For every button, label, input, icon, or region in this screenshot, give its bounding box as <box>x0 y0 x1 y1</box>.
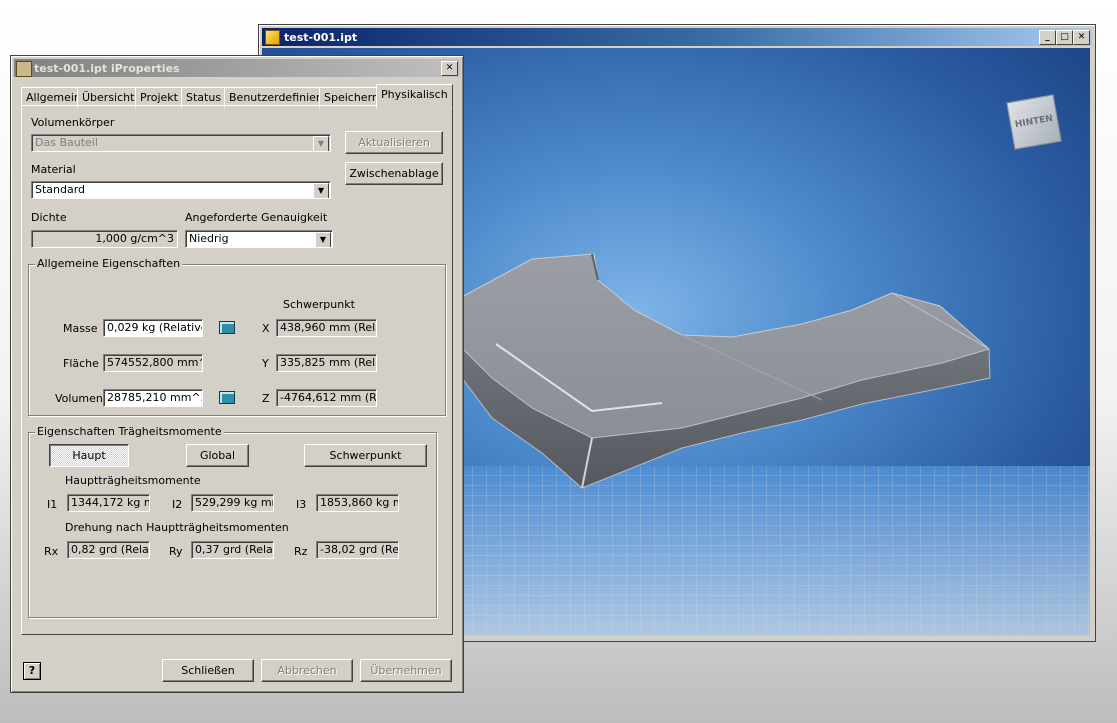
volume-field[interactable]: 28785,210 mm^3 ( <box>103 389 203 407</box>
minimize-button[interactable]: _ <box>1039 30 1056 45</box>
ipt-file-icon <box>265 30 280 45</box>
centroid-y-label: Y <box>262 357 269 370</box>
principal-moments-label: Hauptträgheitsmomente <box>65 474 201 487</box>
area-label: Fläche <box>63 357 99 370</box>
help-icon[interactable]: ? <box>23 662 41 680</box>
physical-panel: Volumenkörper Das Bauteil ▼ Aktualisiere… <box>21 105 453 635</box>
mass-label: Masse <box>63 322 98 335</box>
rz-label: Rz <box>294 545 308 558</box>
volume-label: Volumen <box>55 392 103 405</box>
centroid-z-field: -4764,612 mm (Rel <box>276 389 377 407</box>
chevron-down-icon: ▼ <box>313 136 329 151</box>
i2-label: I2 <box>172 498 183 511</box>
i1-label: I1 <box>47 498 58 511</box>
close-button[interactable]: Schließen <box>162 659 254 682</box>
density-field: 1,000 g/cm^3 <box>31 230 178 248</box>
centroid-button[interactable]: Schwerpunkt <box>304 444 427 467</box>
viewcube-icon[interactable]: HINTEN <box>1006 94 1062 150</box>
rx-field: 0,82 grd (Relati <box>67 541 150 559</box>
tab-physikalisch[interactable]: Physikalisch <box>376 84 453 109</box>
accuracy-select-value: Niedrig <box>189 232 229 245</box>
dialog-close-button[interactable]: ✕ <box>441 61 458 76</box>
mass-field[interactable]: 0,029 kg (Relativer <box>103 319 203 337</box>
solid-select: Das Bauteil ▼ <box>31 134 331 152</box>
cancel-button[interactable]: Abbrechen <box>261 659 353 682</box>
i2-field: 529,299 kg mm <box>191 494 274 512</box>
viewport-titlebar[interactable]: test-001.ipt _ □ ✕ <box>262 28 1092 46</box>
accuracy-select[interactable]: Niedrig ▼ <box>185 230 333 248</box>
chevron-down-icon[interactable]: ▼ <box>315 232 331 247</box>
centroid-z-label: Z <box>262 392 270 405</box>
general-properties-title: Allgemeine Eigenschaften <box>35 257 183 270</box>
viewport-title: test-001.ipt <box>284 31 358 44</box>
i3-field: 1853,860 kg mr <box>316 494 399 512</box>
rz-field: -38,02 grd (Rel <box>316 541 399 559</box>
viewport-close-button[interactable]: ✕ <box>1073 30 1090 45</box>
rotation-label: Drehung nach Hauptträgheitsmomenten <box>65 521 289 534</box>
ry-field: 0,37 grd (Relati <box>191 541 274 559</box>
maximize-button[interactable]: □ <box>1056 30 1073 45</box>
dialog-title: test-001.ipt iProperties <box>34 62 180 75</box>
iproperties-dialog[interactable]: test-001.ipt iProperties ✕ Allgemein Übe… <box>10 55 464 693</box>
solid-select-value: Das Bauteil <box>35 136 98 149</box>
ry-label: Ry <box>169 545 183 558</box>
inertia-properties-group: Eigenschaften Trägheitsmomente Haupt Glo… <box>28 425 437 618</box>
rx-label: Rx <box>44 545 59 558</box>
density-label: Dichte <box>31 211 67 224</box>
calculator-icon[interactable] <box>219 391 235 404</box>
material-select-value: Standard <box>35 183 86 196</box>
centroid-label: Schwerpunkt <box>283 298 355 311</box>
solid-label: Volumenkörper <box>31 116 115 129</box>
centroid-y-field: 335,825 mm (Relati <box>276 354 377 372</box>
material-select[interactable]: Standard ▼ <box>31 181 331 199</box>
i1-field: 1344,172 kg mr <box>67 494 150 512</box>
inventor-app-icon <box>16 61 32 77</box>
area-field: 574552,800 mm^2 <box>103 354 203 372</box>
centroid-x-field: 438,960 mm (Relati <box>276 319 377 337</box>
apply-button[interactable]: Übernehmen <box>360 659 452 682</box>
i3-label: I3 <box>296 498 307 511</box>
general-properties-group: Allgemeine Eigenschaften Schwerpunkt Mas… <box>28 257 446 416</box>
material-label: Material <box>31 163 76 176</box>
global-button[interactable]: Global <box>186 444 249 467</box>
accuracy-label: Angeforderte Genauigkeit <box>185 211 328 224</box>
chevron-down-icon[interactable]: ▼ <box>313 183 329 198</box>
update-button[interactable]: Aktualisieren <box>345 131 443 154</box>
clipboard-button[interactable]: Zwischenablage <box>345 162 443 185</box>
calculator-icon[interactable] <box>219 321 235 334</box>
centroid-x-label: X <box>262 322 270 335</box>
principal-button[interactable]: Haupt <box>49 444 129 467</box>
dialog-titlebar[interactable]: test-001.ipt iProperties ✕ <box>14 59 460 77</box>
inertia-properties-title: Eigenschaften Trägheitsmomente <box>35 425 224 438</box>
